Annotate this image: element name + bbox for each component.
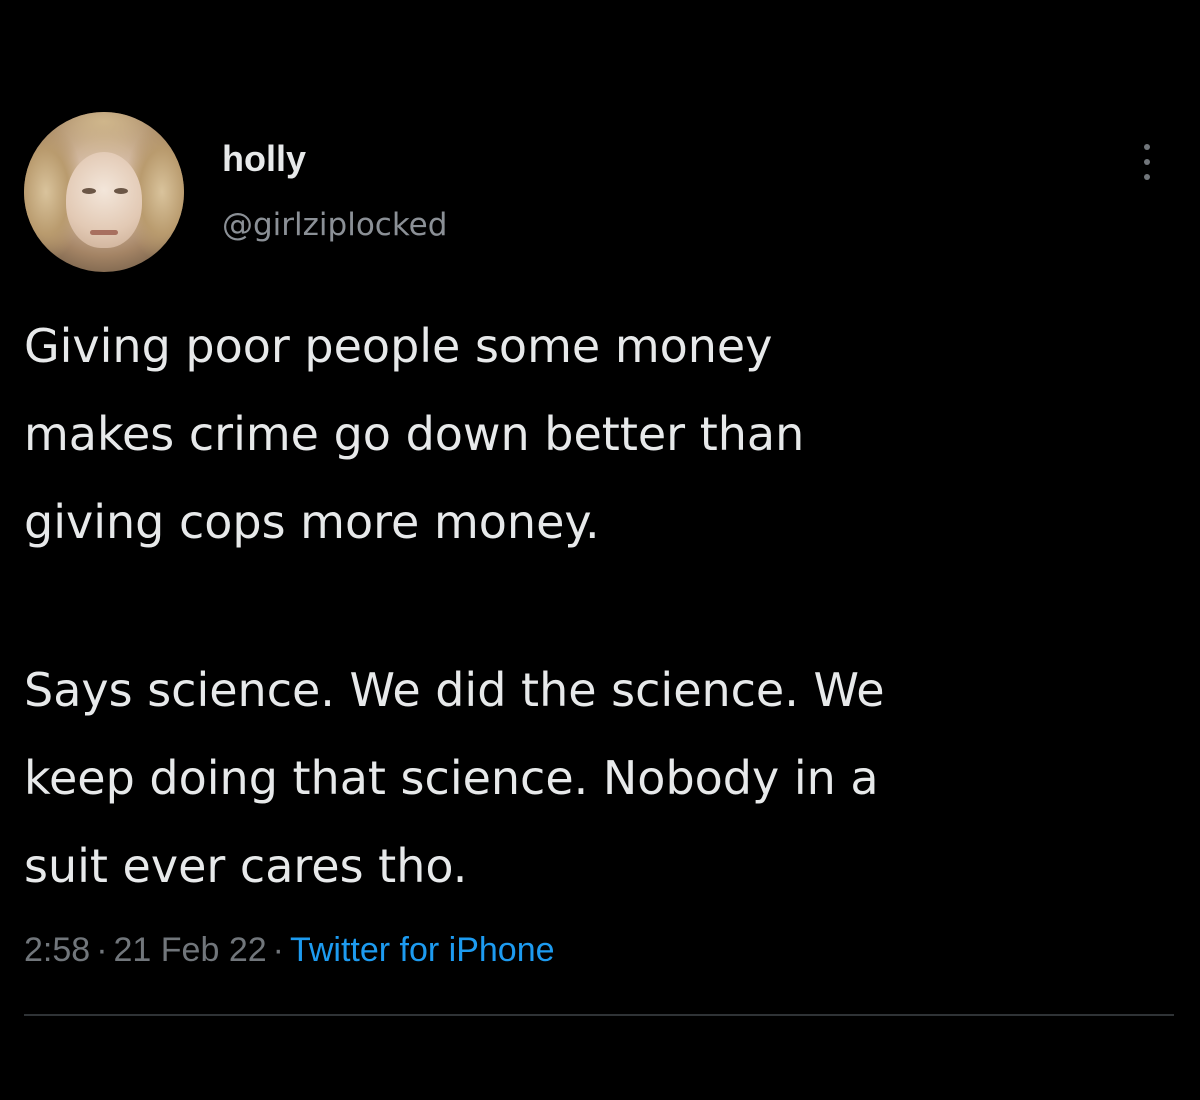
tweet-text: Giving poor people some money makes crim… bbox=[24, 302, 1184, 910]
tweet-paragraph: Giving poor people some money makes crim… bbox=[24, 319, 805, 549]
tweet-metadata: 2:58 · 21 Feb 22 · Twitter for iPhone bbox=[24, 925, 555, 975]
divider bbox=[24, 1014, 1174, 1016]
tweet-paragraph: Says science. We did the science. We kee… bbox=[24, 663, 885, 893]
more-vertical-icon bbox=[1144, 144, 1150, 150]
more-vertical-icon bbox=[1144, 174, 1150, 180]
tweet-time[interactable]: 2:58 bbox=[24, 931, 90, 969]
avatar-mouth bbox=[90, 230, 118, 235]
meta-separator: · bbox=[272, 931, 284, 969]
tweet-card: holly @girlziplocked Giving poor people … bbox=[0, 0, 1200, 1100]
author-handle[interactable]: @girlziplocked bbox=[222, 205, 447, 245]
user-avatar[interactable] bbox=[24, 112, 184, 272]
avatar-left-eye bbox=[82, 188, 96, 194]
author-display-name[interactable]: holly bbox=[222, 137, 306, 181]
avatar-right-eye bbox=[114, 188, 128, 194]
meta-separator: · bbox=[96, 931, 108, 969]
tweet-date[interactable]: 21 Feb 22 bbox=[114, 931, 267, 969]
more-vertical-icon bbox=[1144, 159, 1150, 165]
more-options-button[interactable] bbox=[1132, 136, 1162, 188]
tweet-source-link[interactable]: Twitter for iPhone bbox=[290, 931, 555, 969]
